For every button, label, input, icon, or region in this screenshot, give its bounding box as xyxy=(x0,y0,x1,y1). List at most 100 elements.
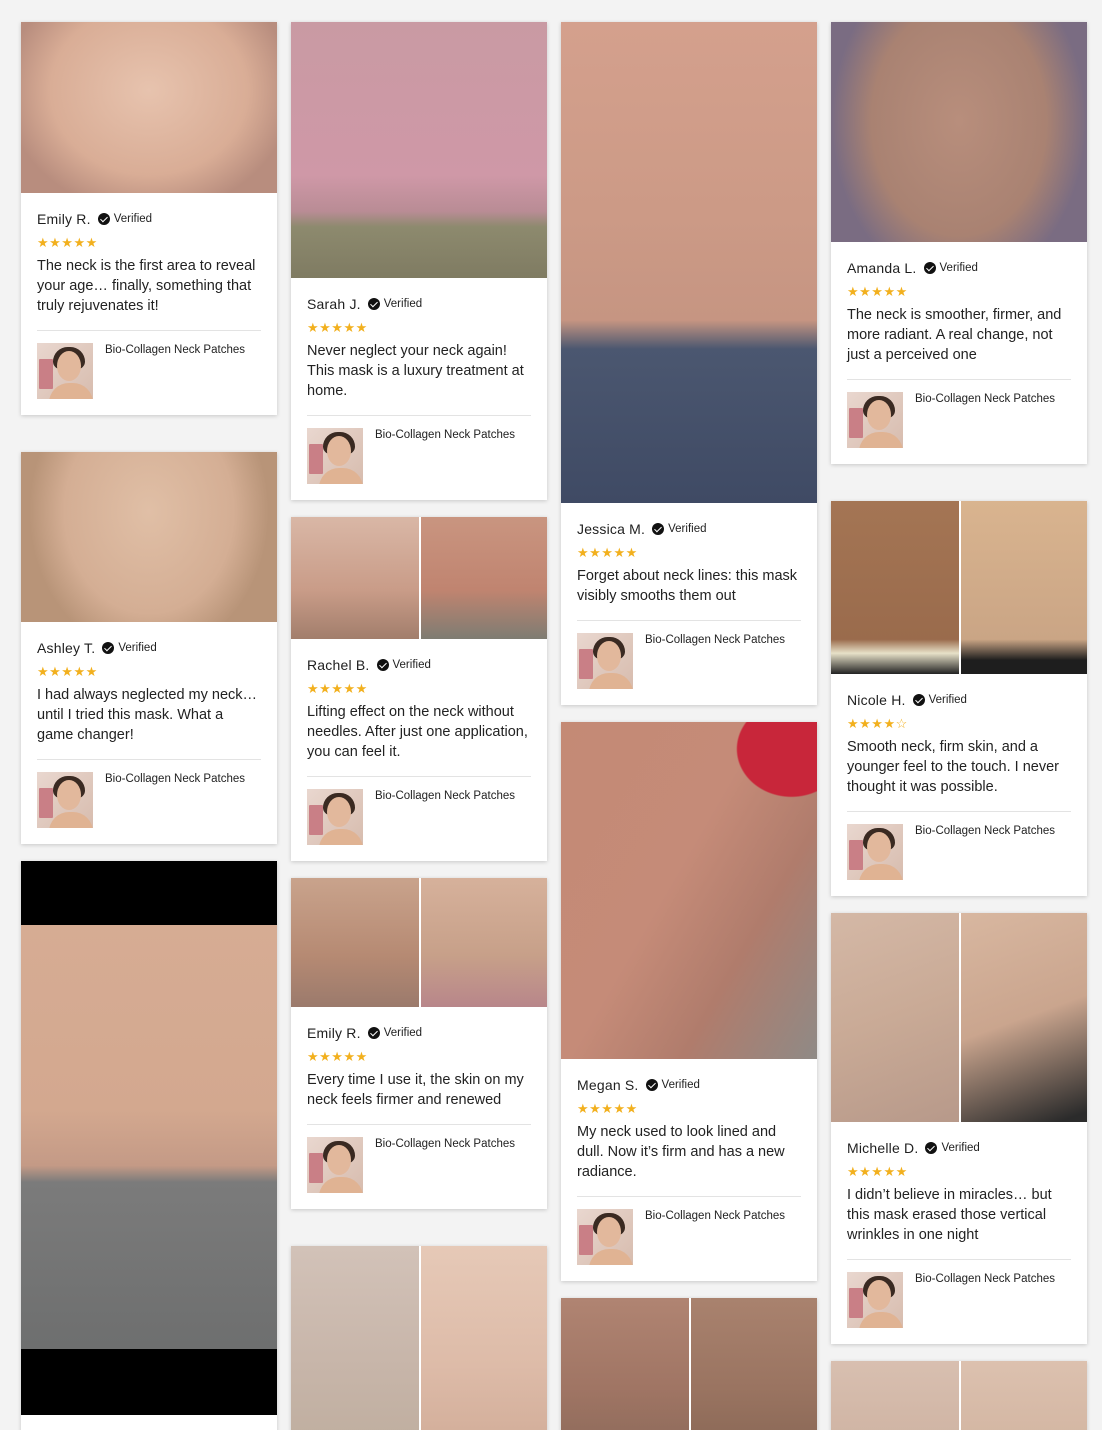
letterbox-bar xyxy=(21,861,277,925)
reviewer-name: Sarah J. xyxy=(307,296,361,312)
review-text: Smooth neck, firm skin, and a younger fe… xyxy=(847,739,1059,795)
product-name: Bio-Collagen Neck Patches xyxy=(375,790,515,802)
product-thumbnail xyxy=(577,1209,633,1265)
review-text: Never neglect your neck again! This mask… xyxy=(307,343,524,399)
review-card: Megan S. Verified ★★★★★ My neck used to … xyxy=(561,722,817,1281)
product-link[interactable]: Bio-Collagen Neck Patches xyxy=(847,1259,1071,1328)
reviewer-name: Jessica M. xyxy=(577,521,646,537)
review-text: I had always neglected my neck… until I … xyxy=(37,687,258,743)
reviewer-name: Nicole H. xyxy=(847,692,906,708)
review-photo[interactable] xyxy=(561,1298,817,1430)
check-circle-icon xyxy=(912,694,925,706)
review-photo[interactable] xyxy=(831,22,1087,242)
reviewer-name: Amanda L. xyxy=(847,260,917,276)
review-photo[interactable] xyxy=(831,501,1087,674)
review-photo[interactable] xyxy=(561,22,817,503)
product-thumbnail xyxy=(307,1137,363,1193)
product-link[interactable]: Bio-Collagen Neck Patches xyxy=(307,415,531,484)
product-name: Bio-Collagen Neck Patches xyxy=(375,429,515,441)
check-circle-icon xyxy=(925,1142,938,1154)
review-card xyxy=(831,1361,1087,1430)
review-card: Amanda L. Verified ★★★★★ The neck is smo… xyxy=(831,22,1087,464)
review-photo[interactable] xyxy=(291,878,547,1007)
review-photo[interactable] xyxy=(291,517,547,639)
star-rating: ★★★★★ xyxy=(577,545,638,560)
star-rating: ★★★★★ xyxy=(307,681,368,696)
review-text: I didn’t believe in miracles… but this m… xyxy=(847,1187,1052,1243)
review-card: Nicole H. Verified ★★★★☆ Smooth neck, fi… xyxy=(831,501,1087,896)
product-name: Bio-Collagen Neck Patches xyxy=(645,1210,785,1222)
product-thumbnail xyxy=(847,824,903,880)
product-link[interactable]: Bio-Collagen Neck Patches xyxy=(577,1196,801,1265)
review-photo[interactable] xyxy=(831,913,1087,1122)
review-photo[interactable] xyxy=(291,22,547,278)
star-rating: ★★★★★ xyxy=(307,1049,368,1064)
verified-badge: Verified xyxy=(97,213,152,225)
product-name: Bio-Collagen Neck Patches xyxy=(105,773,245,785)
star-rating: ★★★★★ xyxy=(847,1164,908,1179)
product-link[interactable]: Bio-Collagen Neck Patches xyxy=(37,759,261,828)
product-name: Bio-Collagen Neck Patches xyxy=(105,344,245,356)
review-photo[interactable] xyxy=(21,22,277,193)
verified-badge: Verified xyxy=(652,523,706,535)
letterbox-bar xyxy=(21,1349,277,1415)
reviewer-name: Michelle D. xyxy=(847,1140,919,1156)
check-circle-icon xyxy=(923,262,936,274)
review-card xyxy=(291,1246,547,1430)
review-card: Ashley T. Verified ★★★★★ I had always ne… xyxy=(21,452,277,844)
check-circle-icon xyxy=(367,298,380,310)
review-photo[interactable] xyxy=(561,722,817,1059)
check-circle-icon xyxy=(367,1027,380,1039)
product-name: Bio-Collagen Neck Patches xyxy=(915,1273,1055,1285)
check-circle-icon xyxy=(102,642,115,654)
product-thumbnail xyxy=(37,772,93,828)
review-card: Emily R. Verified ★★★★★ The neck is the … xyxy=(21,22,277,415)
reviewer-name: Emily R. xyxy=(37,211,91,227)
star-rating: ★★★★★ xyxy=(577,1101,638,1116)
product-link[interactable]: Bio-Collagen Neck Patches xyxy=(307,776,531,845)
star-rating: ★★★★★ xyxy=(307,320,368,335)
review-photo[interactable] xyxy=(21,452,277,622)
product-link[interactable]: Bio-Collagen Neck Patches xyxy=(37,330,261,399)
star-rating: ★★★★★ xyxy=(37,235,98,250)
product-thumbnail xyxy=(307,428,363,484)
verified-badge: Verified xyxy=(376,659,431,671)
review-text: The neck is the first area to reveal you… xyxy=(37,258,256,314)
reviewer-name: Emily R. xyxy=(307,1025,361,1041)
review-card xyxy=(21,861,277,1430)
product-link[interactable]: Bio-Collagen Neck Patches xyxy=(307,1124,531,1193)
star-rating: ★★★★★ xyxy=(37,664,98,679)
reviewer-name: Rachel B. xyxy=(307,657,370,673)
star-rating: ★★★★☆ xyxy=(847,716,908,731)
review-card: Jessica M. Verified ★★★★★ Forget about n… xyxy=(561,22,817,705)
check-circle-icon xyxy=(652,523,665,535)
review-text: Lifting effect on the neck without needl… xyxy=(307,704,528,760)
product-link[interactable]: Bio-Collagen Neck Patches xyxy=(847,379,1071,448)
review-text: My neck used to look lined and dull. Now… xyxy=(577,1124,785,1180)
product-name: Bio-Collagen Neck Patches xyxy=(645,634,785,646)
review-photo[interactable] xyxy=(21,861,277,1415)
verified-badge: Verified xyxy=(925,1142,980,1154)
verified-badge: Verified xyxy=(102,642,157,654)
review-text: Every time I use it, the skin on my neck… xyxy=(307,1072,524,1108)
review-card: Sarah J. Verified ★★★★★ Never neglect yo… xyxy=(291,22,547,500)
product-thumbnail xyxy=(307,789,363,845)
check-circle-icon xyxy=(97,213,110,225)
review-text: The neck is smoother, firmer, and more r… xyxy=(847,307,1062,363)
check-circle-icon xyxy=(376,659,389,671)
star-rating: ★★★★★ xyxy=(847,284,908,299)
review-photo[interactable] xyxy=(291,1246,547,1430)
product-link[interactable]: Bio-Collagen Neck Patches xyxy=(847,811,1071,880)
product-name: Bio-Collagen Neck Patches xyxy=(915,393,1055,405)
product-name: Bio-Collagen Neck Patches xyxy=(915,825,1055,837)
verified-badge: Verified xyxy=(367,1027,422,1039)
review-card xyxy=(561,1298,817,1430)
product-link[interactable]: Bio-Collagen Neck Patches xyxy=(577,620,801,689)
review-card: Emily R. Verified ★★★★★ Every time I use… xyxy=(291,878,547,1209)
review-photo[interactable] xyxy=(831,1361,1087,1430)
reviewer-name: Megan S. xyxy=(577,1077,639,1093)
reviewer-name: Ashley T. xyxy=(37,640,96,656)
review-text: Forget about neck lines: this mask visib… xyxy=(577,568,798,604)
product-thumbnail xyxy=(37,343,93,399)
product-thumbnail xyxy=(577,633,633,689)
